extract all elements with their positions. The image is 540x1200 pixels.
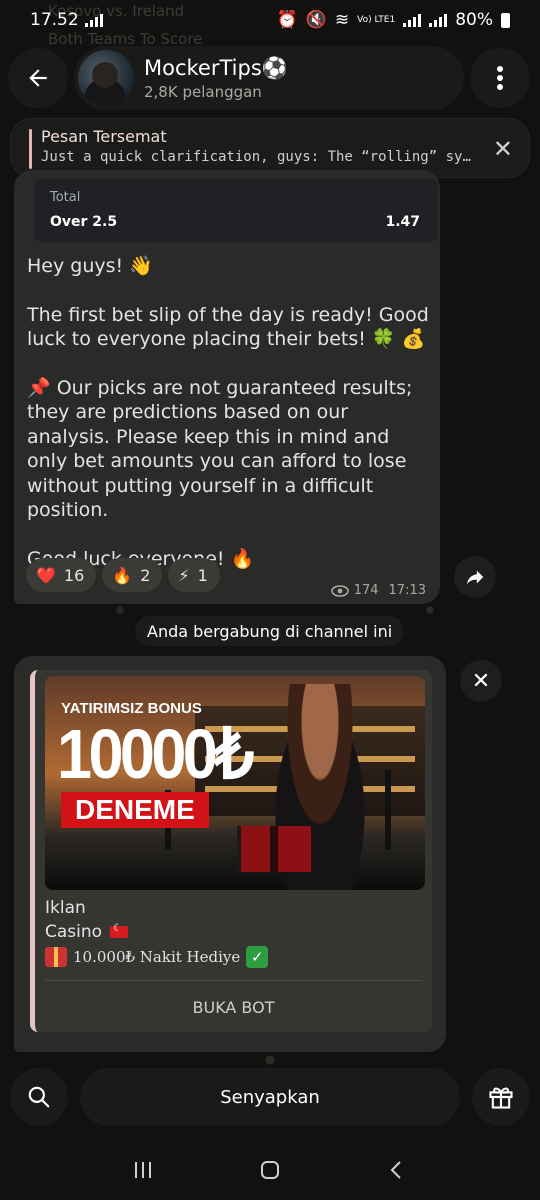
close-pinned-button[interactable]: ✕ bbox=[493, 135, 513, 163]
joined-notice: Anda bergabung di channel ini bbox=[135, 616, 405, 646]
dots-vertical-icon bbox=[497, 66, 503, 90]
recent-apps-button[interactable] bbox=[123, 1150, 163, 1190]
ad-image-palm bbox=[385, 770, 391, 850]
reactions: ❤️ 16 🔥 2 ⚡ 1 bbox=[26, 558, 220, 592]
bet-card: Total Over 2.5 1.47 bbox=[34, 178, 438, 242]
message-line: The first bet slip of the day is ready! … bbox=[27, 303, 429, 351]
ad-description-row: 10.000₺ Nakit Hediye ✓ bbox=[45, 946, 269, 968]
gift-outline-icon bbox=[489, 1087, 513, 1109]
status-time: 17.52 bbox=[30, 10, 79, 30]
wifi-icon: ≋ bbox=[334, 10, 350, 30]
heart-icon: ❤️ bbox=[36, 565, 56, 585]
mute-icon: 🔇 bbox=[305, 10, 327, 30]
view-count: 174 bbox=[353, 583, 379, 598]
ad-image[interactable]: YATIRIMSIZ BONUS 10000₺ DENEME bbox=[45, 676, 425, 890]
eye-icon bbox=[330, 584, 349, 597]
mute-button[interactable]: Senyapkan bbox=[80, 1068, 460, 1126]
message-time: 17:13 bbox=[388, 583, 426, 598]
channel-avatar[interactable] bbox=[78, 50, 134, 106]
ad-label: Iklan bbox=[45, 898, 86, 918]
gift-button[interactable] bbox=[472, 1068, 530, 1126]
pinned-title: Pesan Tersemat bbox=[41, 127, 167, 146]
chevron-left-icon bbox=[390, 1161, 401, 1179]
nav-back-button[interactable] bbox=[377, 1150, 417, 1190]
subscriber-count: 2,8K pelanggan bbox=[144, 82, 262, 101]
fire-icon: 🔥 bbox=[112, 565, 133, 585]
gift-icon bbox=[45, 947, 67, 967]
message-bubble[interactable]: Total Over 2.5 1.47 Hey guys! 👋 The firs… bbox=[14, 170, 440, 604]
reaction-fire[interactable]: 🔥 2 bbox=[102, 558, 163, 592]
divider bbox=[45, 980, 422, 981]
reaction-count: 16 bbox=[63, 565, 85, 585]
battery-level: 80% bbox=[455, 10, 493, 30]
ad-image-gift bbox=[237, 826, 311, 872]
share-arrow-icon bbox=[466, 570, 484, 585]
reaction-count: 1 bbox=[197, 565, 208, 585]
search-button[interactable] bbox=[10, 1068, 68, 1126]
bet-market: Total bbox=[50, 190, 81, 205]
back-button[interactable] bbox=[8, 48, 68, 108]
more-options-button[interactable] bbox=[470, 48, 530, 108]
ad-preview[interactable]: YATIRIMSIZ BONUS 10000₺ DENEME Iklan Cas… bbox=[30, 670, 432, 1032]
reaction-count: 2 bbox=[140, 565, 151, 585]
ad-image-amount: 10000₺ bbox=[57, 715, 254, 793]
arrow-left-icon bbox=[29, 69, 47, 87]
home-button[interactable] bbox=[250, 1150, 290, 1190]
chat-header: MockerTips⚽ 2,8K pelanggan bbox=[0, 46, 540, 110]
close-icon: ✕ bbox=[471, 668, 491, 694]
system-navigation-bar bbox=[0, 1140, 540, 1200]
cell-signal-2-icon bbox=[429, 13, 448, 27]
pinned-text: Just a quick clarification, guys: The “r… bbox=[41, 149, 471, 165]
message-line: 📌 Our picks are not guaranteed results; … bbox=[27, 376, 413, 522]
alarm-icon: ⏰ bbox=[276, 10, 298, 30]
close-ad-button[interactable]: ✕ bbox=[460, 660, 502, 702]
message-meta: 174 17:13 bbox=[330, 583, 426, 598]
message-text: Hey guys! 👋 The first bet slip of the da… bbox=[27, 254, 432, 595]
turkey-flag-icon bbox=[110, 923, 129, 938]
message-line: Hey guys! 👋 bbox=[27, 255, 153, 277]
cell-signal-icon bbox=[403, 13, 422, 27]
reaction-lightning[interactable]: ⚡ 1 bbox=[168, 558, 220, 592]
channel-info[interactable]: MockerTips⚽ 2,8K pelanggan bbox=[74, 46, 464, 110]
battery-icon bbox=[501, 12, 510, 28]
ad-title: Casino bbox=[45, 922, 103, 942]
ad-description: 10.000₺ Nakit Hediye bbox=[73, 948, 241, 966]
bet-selection: Over 2.5 bbox=[50, 214, 118, 230]
recent-apps-icon bbox=[135, 1162, 152, 1178]
signal-icon bbox=[84, 13, 103, 27]
lightning-icon: ⚡ bbox=[178, 565, 190, 585]
ad-image-deneme: DENEME bbox=[61, 792, 209, 828]
pinned-message[interactable]: Pesan Tersemat Just a quick clarificatio… bbox=[10, 118, 530, 178]
ad-title-row: Casino bbox=[45, 922, 129, 942]
status-bar: 17.52 ⏰ 🔇 ≋ Vo) LTE1 80% bbox=[0, 0, 540, 40]
bet-odds: 1.47 bbox=[385, 214, 420, 230]
home-icon bbox=[260, 1161, 279, 1179]
share-button[interactable] bbox=[454, 556, 496, 598]
network-label: Vo) LTE1 bbox=[357, 14, 396, 25]
open-bot-button[interactable]: BUKA BOT bbox=[45, 988, 422, 1026]
check-icon: ✓ bbox=[246, 946, 269, 968]
reaction-heart[interactable]: ❤️ 16 bbox=[26, 558, 97, 592]
search-icon bbox=[28, 1086, 50, 1108]
channel-name: MockerTips⚽ bbox=[144, 55, 288, 80]
sponsored-message[interactable]: YATIRIMSIZ BONUS 10000₺ DENEME Iklan Cas… bbox=[14, 656, 446, 1052]
